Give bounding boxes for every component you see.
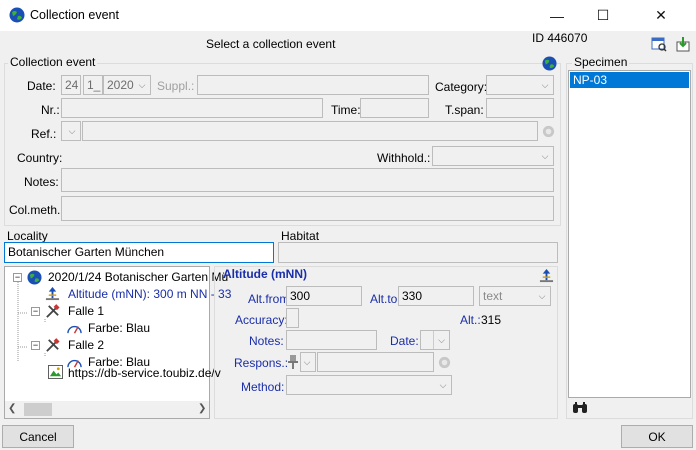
chevron-down-icon: ⌵ [541,79,549,90]
tools-icon [45,304,60,319]
colmeth-field[interactable] [61,196,554,221]
unit-select[interactable]: text ⌵ [479,286,551,306]
alt-from-field[interactable]: 300 [286,286,362,306]
pin-icon[interactable] [287,354,299,370]
tree-farbe1-item[interactable]: Farbe: Blau [88,321,150,335]
notes-field[interactable] [61,168,554,192]
category-select[interactable]: ⌵ [486,75,554,95]
nr-label: Nr.: [41,103,60,117]
accuracy-field[interactable] [286,308,299,328]
collapse-falle1-icon[interactable]: − [31,307,40,316]
date-day-field[interactable]: 24 [61,75,81,95]
notes-label: Notes: [24,175,59,189]
collection-event-group-label: Collection event [8,55,98,69]
cancel-button[interactable]: Cancel [2,425,74,448]
panel-notes-label: Notes: [249,334,284,348]
locality-input[interactable]: Botanischer Garten München [4,242,274,263]
tree-falle2-item[interactable]: Falle 2 [68,338,104,352]
alt-from-label: Alt.from [248,292,290,306]
panel-notes-field[interactable] [286,330,377,350]
ref-label: Ref.: [31,127,57,141]
binoculars-icon[interactable] [572,401,588,415]
habitat-label: Habitat [281,229,320,243]
collapse-falle2-icon[interactable]: − [31,341,40,350]
event-tree[interactable]: − 2020/1/24 Botanischer Garten Mü Altitu… [4,266,231,419]
image-icon [48,365,63,379]
ref-type-select[interactable]: ⌵ [61,121,81,141]
minimize-button[interactable]: — [534,0,580,31]
tree-falle1-item[interactable]: Falle 1 [68,304,104,318]
tree-scrollbar[interactable]: ❮ ❯ [5,401,209,418]
suppl-label: Suppl.: [157,79,195,93]
date-month-field[interactable]: 1_ [83,75,103,95]
chevron-down-icon: ⌵ [303,356,311,367]
view-icon[interactable] [651,36,667,52]
suppl-field[interactable] [197,75,429,95]
unit-select-text: text [483,289,503,303]
tools-icon [45,338,60,353]
colmeth-label: Col.meth.: [9,203,64,217]
altitude-icon[interactable] [539,268,554,283]
date-label: Date: [27,79,56,93]
id-label: ID 446070 [532,31,588,45]
app-globe-icon [9,7,25,23]
tspan-label: T.span: [445,103,484,117]
chevron-down-icon: ⌵ [538,290,546,301]
time-field[interactable] [360,98,429,118]
method-select[interactable]: ⌵ [286,375,452,395]
chevron-down-icon: ⌵ [68,125,76,136]
altitude-icon [45,286,60,301]
alt-label: Alt.: [460,313,481,327]
chevron-down-icon: ⌵ [138,79,146,90]
window-title: Collection event [30,8,119,22]
close-button[interactable]: ✕ [626,0,696,31]
globe-icon [27,270,42,285]
chevron-down-icon: ⌵ [433,331,449,349]
respons-field[interactable] [317,352,434,372]
locality-label: Locality [7,229,48,243]
specimen-list[interactable]: NP-03 [568,70,691,398]
specimen-group-label: Specimen [572,55,630,69]
ok-button[interactable]: OK [621,425,693,448]
withhold-select[interactable]: ⌵ [432,146,554,166]
accuracy-label: Accuracy: [235,313,288,327]
link-icon[interactable] [541,124,556,139]
tspan-field[interactable] [486,98,554,118]
scroll-right-icon[interactable]: ❯ [198,403,206,414]
category-label: Category: [435,80,488,94]
date-year-field[interactable]: 2020 ⌵ [103,75,151,95]
nr-field[interactable] [61,98,323,118]
respons-type-select[interactable]: ⌵ [300,352,316,372]
date-year-text: 2020 [107,78,134,92]
respons-label: Respons.: [234,356,289,370]
panel-date-label: Date: [390,334,419,348]
method-label: Method: [241,380,285,394]
collapse-root-icon[interactable]: − [13,273,22,282]
maximize-button[interactable]: ☐ [580,0,626,31]
habitat-field[interactable] [278,242,558,263]
tree-root-item[interactable]: 2020/1/24 Botanischer Garten Mü [48,270,228,284]
export-icon[interactable] [675,36,691,52]
subtitle: Select a collection event [206,37,336,51]
tree-url-item[interactable]: https://db-service.toubiz.de/v [68,366,221,380]
specimen-list-item[interactable]: NP-03 [570,72,689,88]
altitude-panel-title: Altitude (mNN) [223,267,307,281]
country-label: Country: [17,151,63,165]
tree-altitude-item[interactable]: Altitude (mNN): 300 m NN - 33 [68,287,231,301]
scroll-thumb[interactable] [24,403,52,416]
chevron-down-icon: ⌵ [439,379,447,390]
alt-to-field[interactable]: 330 [398,286,474,306]
globe-icon[interactable] [542,56,557,71]
chevron-down-icon: ⌵ [541,150,549,161]
alt-value: 315 [481,313,502,327]
alt-to-label: Alt.to [370,292,398,306]
scroll-left-icon[interactable]: ❮ [8,403,16,414]
withhold-label: Withhold.: [377,151,431,165]
time-label: Time: [331,103,361,117]
ref-field[interactable] [82,121,538,141]
gauge-icon [67,320,82,335]
link-icon[interactable] [437,355,452,370]
panel-date-field[interactable]: ⌵ [420,330,450,350]
